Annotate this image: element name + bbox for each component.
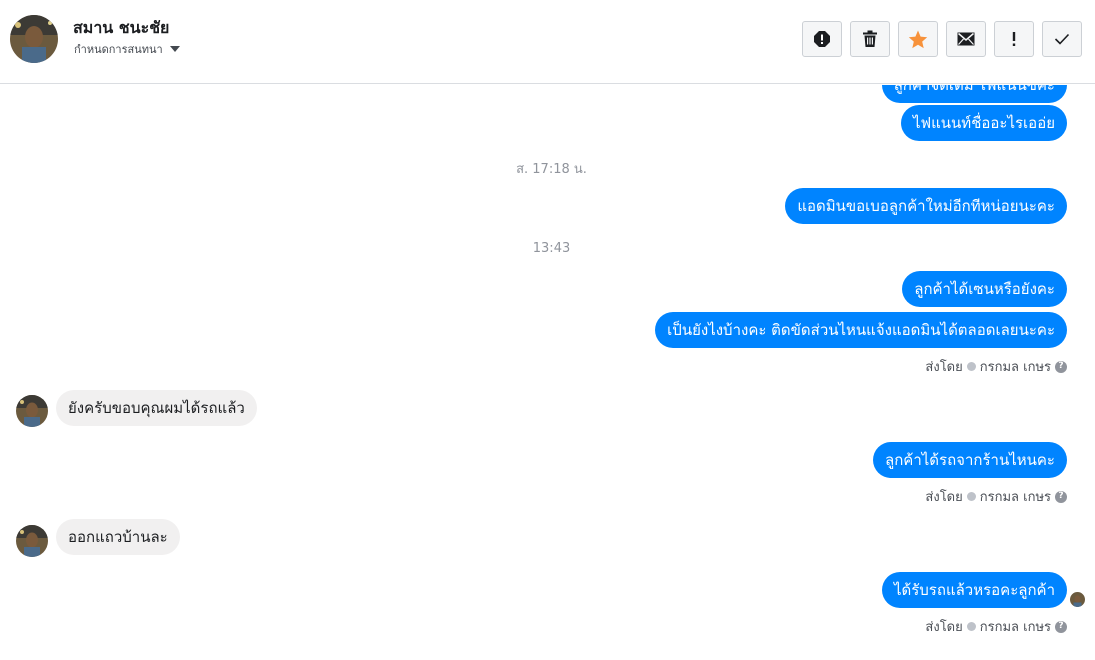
- mark-done-button[interactable]: [1042, 21, 1082, 57]
- outgoing-message[interactable]: ไฟแนนท์ชื่ออะไรเออ่ย: [900, 105, 1067, 141]
- important-icon: [1012, 32, 1016, 46]
- message-thread[interactable]: ลูกค้าจัดเต็ม ไฟแนนซ์ค่ะ ไฟแนนท์ชื่ออะไร…: [0, 85, 1095, 660]
- outgoing-message[interactable]: เป็นยังไงบ้างคะ ติดขัดส่วนไหนแจ้งแอดมินไ…: [655, 312, 1067, 348]
- conversation-settings-label: กำหนดการสนทนา: [74, 43, 163, 56]
- timestamp: ส. 17:18 น.: [516, 162, 587, 177]
- sent-by-text: ส่งโดย: [925, 620, 963, 635]
- mark-unread-button[interactable]: [946, 21, 986, 57]
- help-icon[interactable]: ?: [1055, 490, 1067, 503]
- incoming-message[interactable]: ยังครับขอบคุณผมได้รถแล้ว: [56, 390, 257, 426]
- sent-by-label: ส่งโดย กรกมล เกษร ?: [925, 616, 1067, 637]
- contact-avatar-small[interactable]: [16, 525, 48, 557]
- sent-status-icon: [966, 622, 976, 631]
- contact-avatar-small[interactable]: [16, 395, 48, 427]
- important-button[interactable]: [994, 21, 1034, 57]
- sender-name: กรกมล เกษร: [979, 360, 1051, 375]
- sender-name: กรกมล เกษร: [979, 490, 1051, 505]
- outgoing-message[interactable]: ลูกค้าได้รถจากร้านไหนคะ: [873, 442, 1067, 478]
- contact-name: สมาน ชนะชัย: [73, 18, 170, 37]
- check-icon: [1054, 33, 1070, 45]
- sent-status-icon: [966, 362, 976, 371]
- delete-button[interactable]: [850, 21, 890, 57]
- help-icon[interactable]: ?: [1055, 360, 1067, 373]
- chevron-down-icon: [169, 46, 180, 52]
- star-button[interactable]: [898, 21, 938, 57]
- sent-by-label: ส่งโดย กรกมล เกษร ?: [925, 486, 1067, 507]
- sent-by-label: ส่งโดย กรกมล เกษร ?: [925, 356, 1067, 377]
- sender-name: กรกมล เกษร: [979, 620, 1051, 635]
- toolbar: [802, 21, 1082, 57]
- outgoing-message[interactable]: แอดมินขอเบอลูกค้าใหม่อีกทีหน่อยนะคะ: [785, 188, 1067, 224]
- contact-avatar[interactable]: [10, 15, 58, 63]
- sent-status-icon: [966, 492, 976, 501]
- help-icon[interactable]: ?: [1055, 620, 1067, 633]
- trash-icon: [863, 30, 877, 47]
- mail-icon: [957, 32, 975, 46]
- seen-avatar: [1070, 592, 1085, 607]
- report-button[interactable]: [802, 21, 842, 57]
- report-icon: [814, 31, 830, 47]
- star-icon: [908, 30, 928, 48]
- outgoing-message[interactable]: ได้รับรถแล้วหรอคะลูกค้า: [881, 572, 1067, 608]
- sent-by-text: ส่งโดย: [925, 490, 963, 505]
- conversation-settings-dropdown[interactable]: กำหนดการสนทนา: [74, 40, 180, 58]
- sent-by-text: ส่งโดย: [925, 360, 963, 375]
- outgoing-message[interactable]: ลูกค้าจัดเต็ม ไฟแนนซ์ค่ะ: [881, 85, 1067, 103]
- conversation-header: สมาน ชนะชัย กำหนดการสนทนา: [0, 0, 1095, 84]
- incoming-message[interactable]: ออกแถวบ้านละ: [56, 519, 180, 555]
- timestamp: 13:43: [532, 241, 571, 256]
- outgoing-message[interactable]: ลูกค้าได้เซนหรือยังคะ: [902, 271, 1067, 307]
